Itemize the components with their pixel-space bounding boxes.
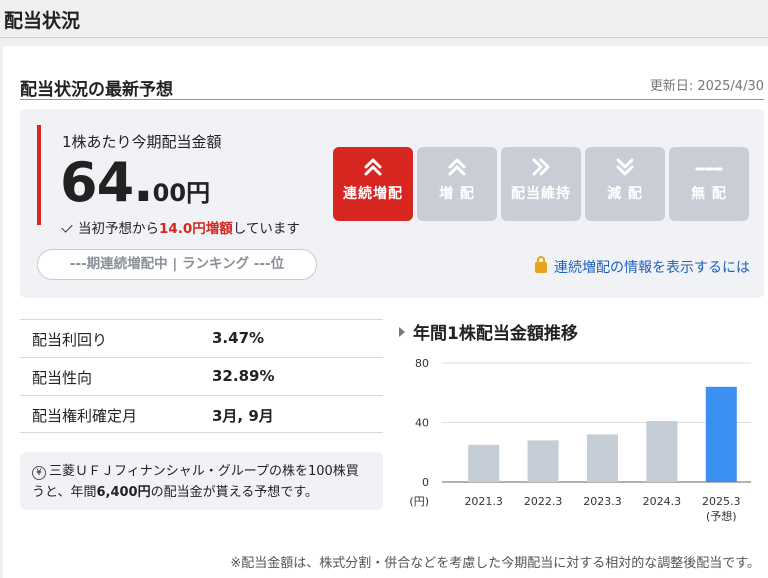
- check-icon: [61, 221, 73, 233]
- badge-maintain: 配当維持: [501, 147, 581, 221]
- y-unit-label: (円): [409, 495, 429, 508]
- yen-icon: ¥: [32, 466, 46, 480]
- triangle-right-icon: [399, 327, 405, 337]
- bar: [468, 444, 500, 482]
- lock-icon: [535, 256, 547, 273]
- badge-increase: 増 配: [417, 147, 497, 221]
- chevron-down-icon: [585, 147, 665, 183]
- badge-consecutive-increase: 連続増配: [333, 147, 413, 221]
- dividend-estimate-note: ¥ 三菱ＵＦＪフィナンシャル・グループの株を100株買うと、年間6,400円の配当…: [20, 452, 383, 510]
- amount-change-note: 当初予想から14.0円増額しています: [60, 217, 300, 237]
- section-divider: [20, 99, 764, 100]
- badge-decrease: 減 配: [585, 147, 665, 221]
- amount-integer: 64.: [60, 151, 154, 214]
- x-tick-label: 2024.3: [643, 495, 682, 508]
- y-tick-label: 80: [415, 357, 429, 370]
- dividend-yield-value: 3.47%: [212, 329, 265, 347]
- x-tick-label: 2022.3: [524, 495, 563, 508]
- double-chevron-right-icon: [501, 147, 581, 183]
- bar: [587, 434, 618, 482]
- dividend-history-chart: 0 40 80 (円) 2021.3 2022.3 2023.3 2024.3 2025.3(予…: [409, 357, 751, 523]
- stat-row-record-month: 配当権利確定月 3月, 9月: [20, 395, 383, 433]
- amount-label: 1株あたり今期配当金額: [62, 133, 222, 151]
- chart-title: 年間1株配当金額推移: [399, 319, 578, 344]
- x-tick-sublabel: (予想): [706, 509, 737, 523]
- dividend-card: 配当状況の最新予想 更新日: 2025/4/30 1株あたり今期配当金額 64.…: [3, 46, 768, 578]
- page-header: 配当状況: [0, 0, 768, 38]
- stat-row-yield: 配当利回り 3.47%: [20, 319, 383, 357]
- payout-ratio-value: 32.89%: [212, 367, 275, 385]
- section-title: 配当状況の最新予想: [20, 80, 173, 100]
- ranking-pill[interactable]: ---期連続増配中 | ランキング ---位: [37, 249, 317, 280]
- badge-no-dividend: 無 配: [669, 147, 749, 221]
- x-tick-label: 2023.3: [583, 495, 622, 508]
- bar: [527, 440, 559, 482]
- stat-row-payout: 配当性向 32.89%: [20, 357, 383, 395]
- x-tick-label: 2021.3: [464, 495, 503, 508]
- x-tick-label: 2025.3: [702, 495, 741, 508]
- forecast-panel: 1株あたり今期配当金額 64.00円 当初予想から14.0円増額しています --…: [20, 109, 764, 298]
- y-tick-label: 40: [415, 417, 429, 430]
- double-chevron-up-icon: [333, 147, 413, 183]
- updated-date: 更新日: 2025/4/30: [649, 79, 764, 94]
- page-title: 配当状況: [4, 10, 81, 32]
- record-month-value: 3月, 9月: [212, 407, 274, 425]
- y-tick-label: 0: [422, 476, 429, 489]
- dividend-amount: 64.00円: [60, 151, 210, 214]
- consecutive-info-link[interactable]: 連続増配の情報を表示するには: [535, 256, 750, 277]
- annual-dividend-amount: 6,400円: [96, 485, 151, 500]
- chevron-up-icon: [417, 147, 497, 183]
- amount-decimal: 00円: [152, 179, 211, 207]
- footnote: ※配当金額は、株式分割・併合などを考慮した今期配当に対する相対的な調整後配当です…: [230, 556, 760, 571]
- accent-bar: [37, 125, 41, 225]
- dividend-stats-table: 配当利回り 3.47% 配当性向 32.89% 配当権利確定月 3月, 9月: [20, 319, 383, 433]
- bar: [705, 386, 737, 482]
- increase-amount: 14.0円増額: [159, 221, 233, 237]
- dashes-icon: [669, 147, 749, 183]
- bar: [646, 421, 678, 482]
